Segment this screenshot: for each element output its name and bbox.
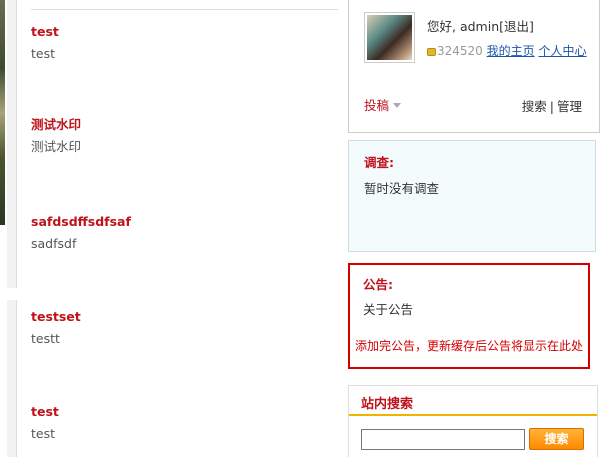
link-separator: | xyxy=(549,99,554,114)
user-greeting: 您好, admin[退出] xyxy=(427,16,534,35)
user-action-links: 搜索 | 管理 xyxy=(522,96,582,115)
contribute-label: 投稿 xyxy=(364,98,390,113)
post-excerpt: sadfsdf xyxy=(31,236,77,251)
post-excerpt: test xyxy=(31,46,56,61)
site-search-header: 站内搜索 xyxy=(349,386,597,416)
list-item: test test xyxy=(31,24,331,62)
notice-body: 关于公告 xyxy=(363,302,414,317)
left-sidebar-edge xyxy=(0,0,17,457)
manage-link[interactable]: 管理 xyxy=(557,99,582,114)
avatar[interactable] xyxy=(364,12,415,63)
site-search-panel: 站内搜索 搜索 xyxy=(348,385,598,457)
credits-value: 324520 xyxy=(437,44,483,58)
post-excerpt: 测试水印 xyxy=(31,139,82,154)
post-title-link[interactable]: testset xyxy=(31,309,331,325)
notice-panel: 公告: 关于公告 添加完公告，更新缓存后公告将显示在此处 xyxy=(348,263,590,369)
list-item: test test xyxy=(31,404,331,442)
list-item: testset testt xyxy=(31,309,331,347)
chevron-down-icon xyxy=(393,103,402,108)
notice-hint: 添加完公告，更新缓存后公告将显示在此处 xyxy=(355,339,584,353)
survey-title: 调查: xyxy=(364,155,394,170)
avatar-image xyxy=(367,15,412,60)
post-title-link[interactable]: safdsdffsdfsaf xyxy=(31,214,331,230)
list-item: safdsdffsdfsaf sadfsdf xyxy=(31,214,331,252)
my-home-link[interactable]: 我的主页 xyxy=(487,44,535,58)
post-list: test test 测试水印 测试水印 safdsdffsdfsaf sadfs… xyxy=(31,0,338,457)
post-title-link[interactable]: 测试水印 xyxy=(31,117,331,133)
post-title-link[interactable]: test xyxy=(31,24,331,40)
greeting-text: 您好, admin xyxy=(427,19,500,34)
search-button[interactable]: 搜索 xyxy=(529,428,584,450)
divider xyxy=(31,9,338,10)
post-excerpt: test xyxy=(31,426,56,441)
sidebar-image-edge xyxy=(0,0,5,225)
survey-panel: 调查: 暂时没有调查 xyxy=(348,140,596,252)
post-title-link[interactable]: test xyxy=(31,404,331,420)
user-credits-row: 324520 我的主页 个人中心 xyxy=(427,41,592,62)
user-panel: 您好, admin[退出] 324520 我的主页 个人中心 投稿 搜索 | 管理 xyxy=(348,0,600,133)
search-input[interactable] xyxy=(361,429,525,450)
coin-icon xyxy=(427,48,436,56)
site-search-title: 站内搜索 xyxy=(361,397,414,412)
post-excerpt: testt xyxy=(31,331,60,346)
survey-body: 暂时没有调查 xyxy=(364,181,440,196)
sidebar-panel-bottom xyxy=(7,300,17,457)
sidebar-panel-top xyxy=(7,0,17,288)
logout-link[interactable]: [退出] xyxy=(499,19,534,34)
contribute-dropdown[interactable]: 投稿 xyxy=(364,95,402,114)
search-link[interactable]: 搜索 xyxy=(522,99,547,114)
list-item: 测试水印 测试水印 xyxy=(31,117,331,155)
notice-title: 公告: xyxy=(363,277,393,292)
user-center-link[interactable]: 个人中心 xyxy=(538,44,586,58)
